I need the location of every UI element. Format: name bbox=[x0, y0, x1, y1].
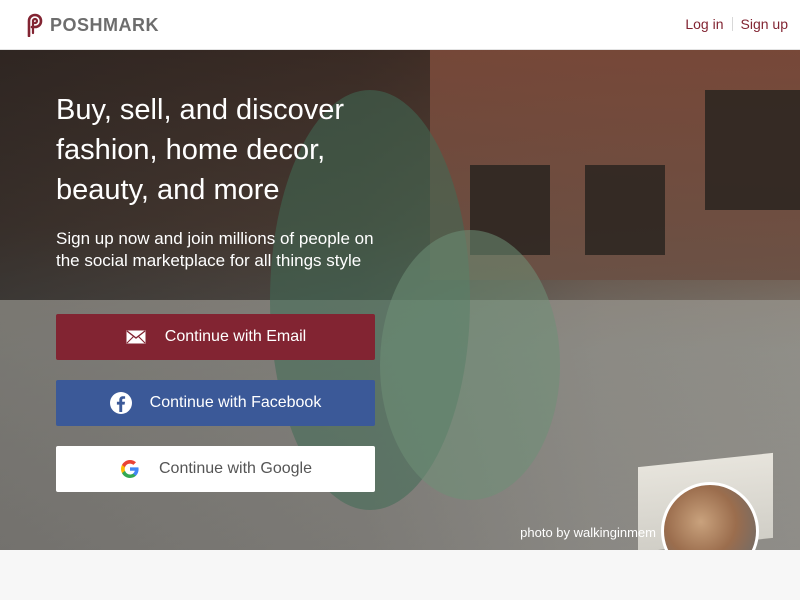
facebook-button-label: Continue with Facebook bbox=[149, 394, 322, 411]
google-button-label: Continue with Google bbox=[159, 460, 312, 477]
continue-with-facebook-button[interactable]: Continue with Facebook bbox=[56, 380, 375, 426]
google-icon bbox=[119, 458, 141, 480]
top-navigation-bar: POSHMARK Log in Sign up bbox=[0, 0, 800, 50]
facebook-icon bbox=[109, 392, 132, 414]
page-footer-area bbox=[0, 550, 800, 600]
signup-link[interactable]: Sign up bbox=[741, 16, 788, 32]
hero-headline: Buy, sell, and discover fashion, home de… bbox=[56, 94, 344, 206]
background-window bbox=[705, 90, 800, 210]
continue-with-email-button[interactable]: Continue with Email bbox=[56, 314, 375, 360]
poshmark-logo-icon bbox=[27, 13, 43, 37]
envelope-icon bbox=[125, 326, 147, 348]
hero-section: Buy, sell, and discover fashion, home de… bbox=[0, 50, 800, 550]
brand-name: POSHMARK bbox=[50, 14, 160, 35]
photo-credit[interactable]: photo by walkinginmem bbox=[520, 525, 656, 540]
background-person-child bbox=[380, 230, 560, 500]
continue-with-google-button[interactable]: Continue with Google bbox=[56, 446, 375, 492]
auth-divider bbox=[731, 17, 733, 31]
hero-subline: Sign up now and join millions of people … bbox=[56, 229, 374, 270]
background-window bbox=[585, 165, 665, 255]
email-button-label: Continue with Email bbox=[164, 328, 307, 345]
auth-links: Log in Sign up bbox=[685, 16, 788, 32]
login-link[interactable]: Log in bbox=[685, 16, 723, 32]
poshmark-logo[interactable]: POSHMARK bbox=[24, 13, 159, 37]
